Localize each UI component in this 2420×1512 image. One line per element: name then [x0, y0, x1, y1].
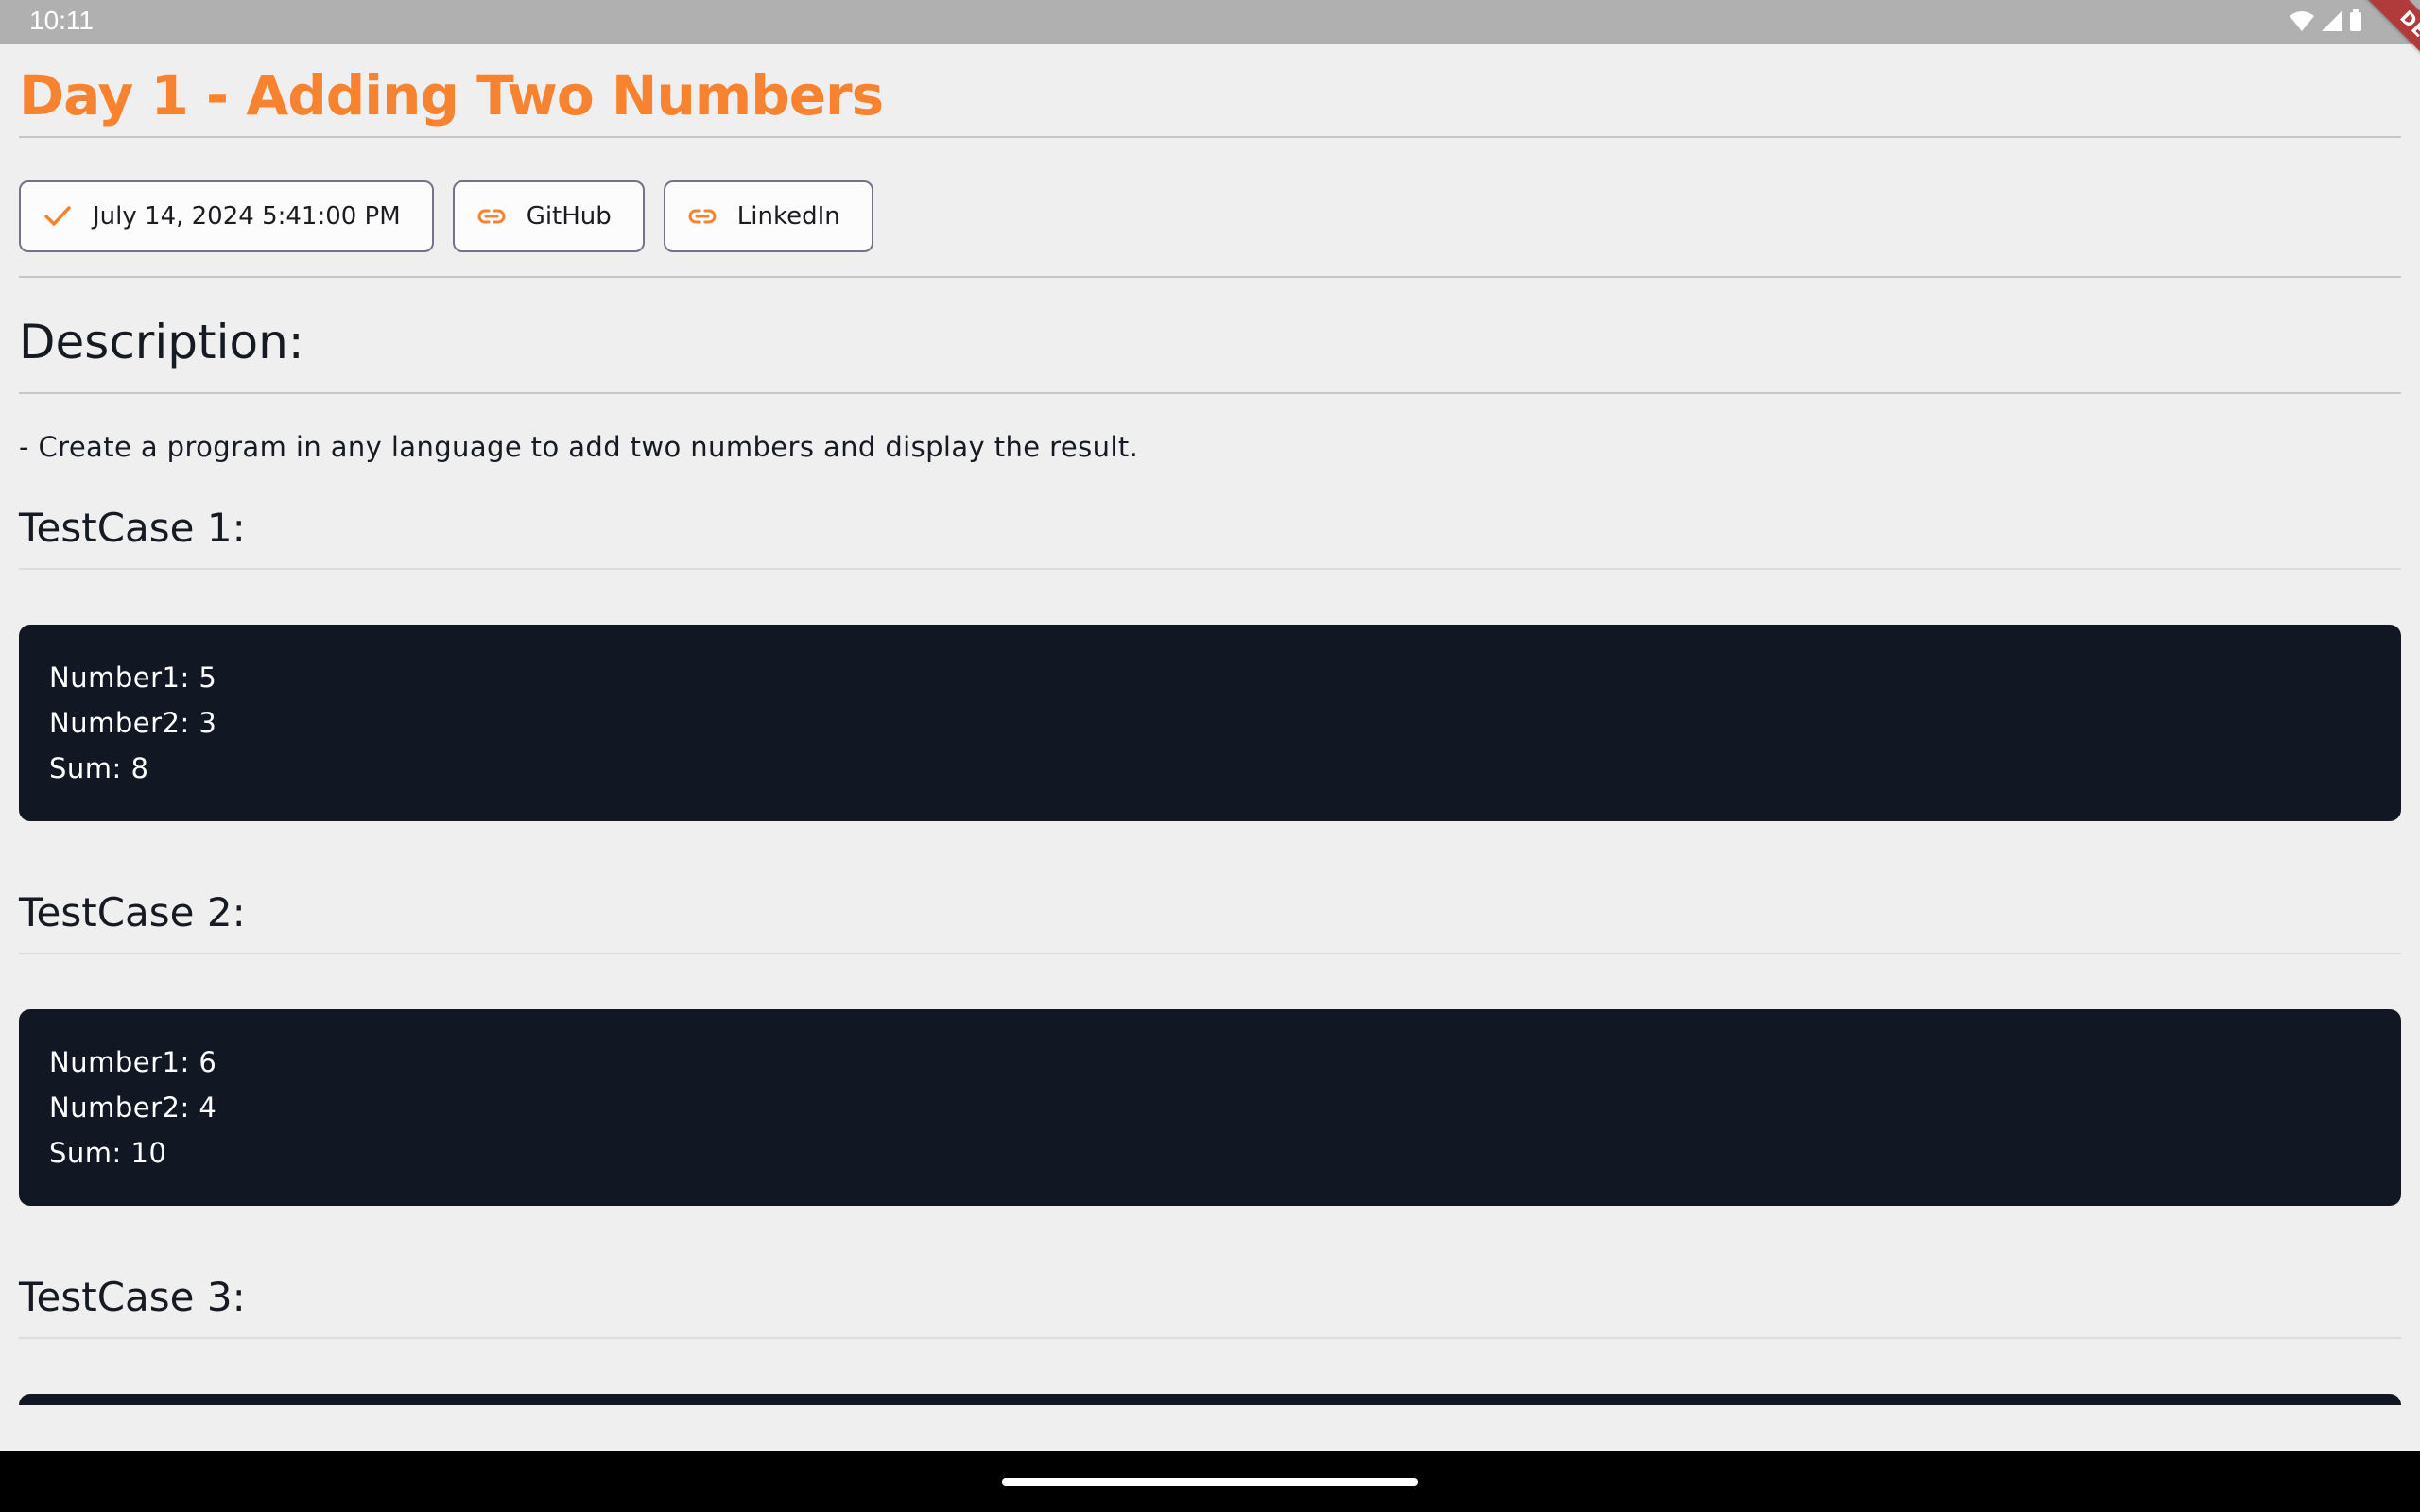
description-text: - Create a program in any language to ad…	[19, 431, 1139, 463]
debug-banner: DEBUG	[2269, 0, 2420, 151]
home-gesture-handle[interactable]	[1002, 1478, 1418, 1486]
status-bar: 10:11	[0, 0, 2420, 44]
linkedin-link-label: LinkedIn	[736, 202, 840, 231]
github-link-chip[interactable]: GitHub	[452, 180, 645, 252]
code-line: Sum: 10	[49, 1137, 167, 1169]
main-content[interactable]: Day 1 - Adding Two Numbers July 14, 2024…	[19, 44, 2401, 1405]
link-icon	[475, 200, 508, 232]
github-link-label: GitHub	[526, 202, 612, 231]
testcase-code-block: Number1: 6 Number2: 4 Sum: 10	[19, 1009, 2401, 1206]
chips-divider	[19, 276, 2401, 278]
testcase-heading: TestCase 2:	[19, 889, 246, 936]
testcase-divider	[19, 953, 2401, 954]
chip-row: July 14, 2024 5:41:00 PM GitHub LinkedIn	[19, 180, 2401, 252]
testcase-divider	[19, 1337, 2401, 1339]
testcase-1: TestCase 1: Number1: 5 Number2: 3 Sum: 8	[19, 505, 2401, 821]
navigation-bar	[0, 1451, 2420, 1512]
status-time: 10:11	[29, 6, 94, 35]
description-heading: Description:	[19, 315, 304, 369]
testcase-code-block	[19, 1394, 2401, 1405]
testcase-divider	[19, 568, 2401, 570]
debug-banner-label: DEBUG	[2356, 0, 2420, 114]
testcase-heading: TestCase 1:	[19, 505, 246, 551]
code-line: Number1: 5	[49, 662, 217, 694]
code-line: Number2: 3	[49, 707, 217, 739]
title-divider	[19, 136, 2401, 138]
linkedin-link-chip[interactable]: LinkedIn	[663, 180, 873, 252]
testcase-heading: TestCase 3:	[19, 1274, 246, 1320]
testcase-code-block: Number1: 5 Number2: 3 Sum: 8	[19, 625, 2401, 821]
code-line: Number2: 4	[49, 1091, 217, 1124]
completed-date-label: July 14, 2024 5:41:00 PM	[93, 202, 401, 231]
page-title: Day 1 - Adding Two Numbers	[19, 63, 884, 128]
code-line: Number1: 6	[49, 1046, 217, 1078]
completed-date-chip[interactable]: July 14, 2024 5:41:00 PM	[19, 180, 434, 252]
description-divider	[19, 392, 2401, 394]
link-icon	[686, 200, 718, 232]
testcase-3: TestCase 3:	[19, 1274, 2401, 1405]
testcase-2: TestCase 2: Number1: 6 Number2: 4 Sum: 1…	[19, 889, 2401, 1206]
check-icon	[42, 200, 74, 232]
code-line: Sum: 8	[49, 752, 149, 784]
